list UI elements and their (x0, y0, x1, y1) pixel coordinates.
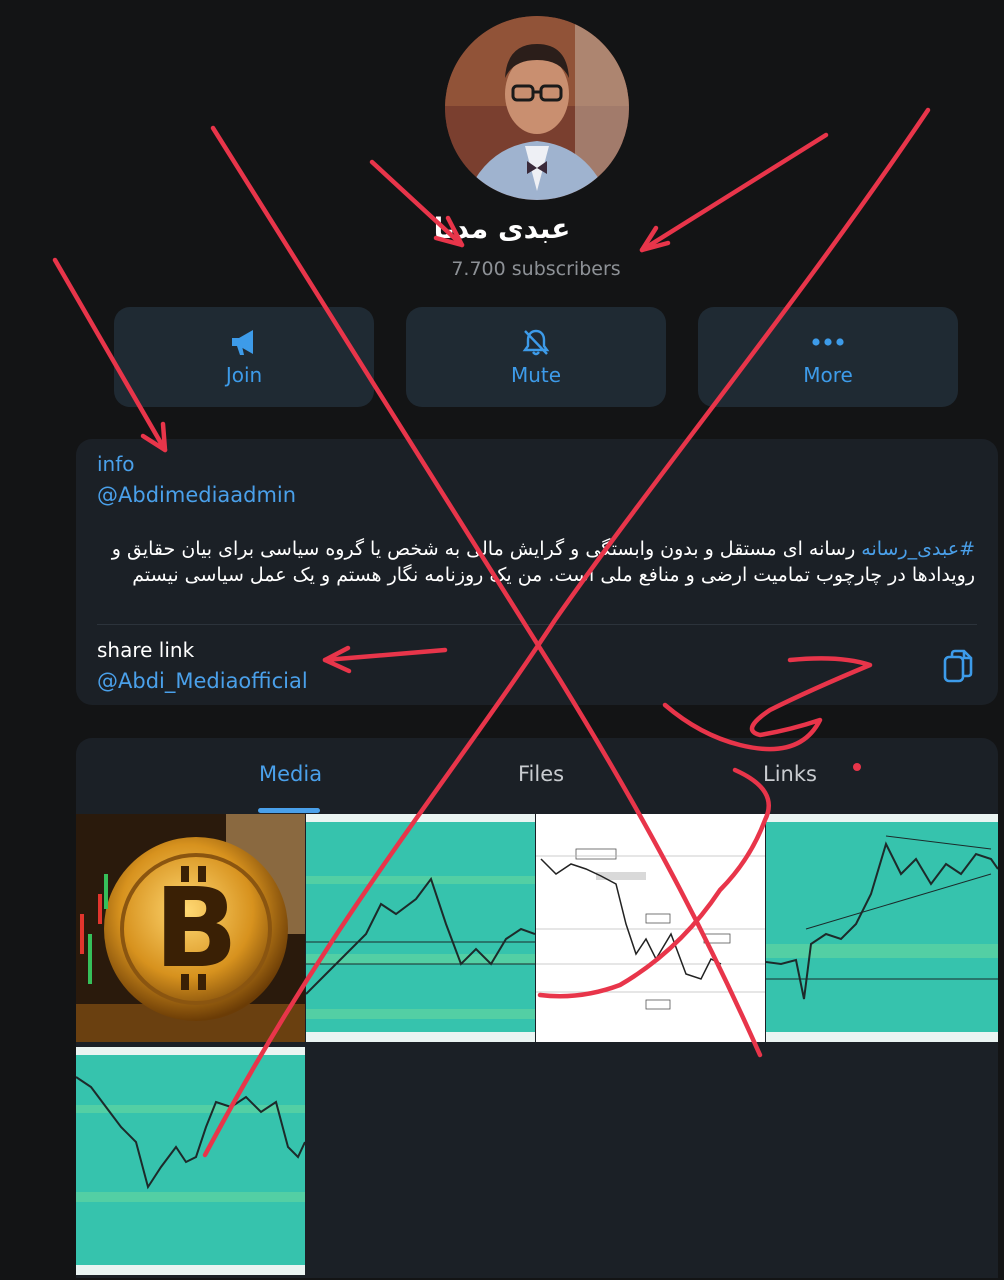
bell-muted-icon (522, 329, 550, 356)
media-thumbnail-chart-1[interactable] (306, 814, 535, 1042)
mute-button[interactable]: Mute (406, 307, 666, 407)
mute-label: Mute (510, 363, 562, 387)
media-thumbnail-chart-2[interactable] (536, 814, 765, 1042)
share-link-label: share link (97, 638, 195, 662)
copy-icon[interactable] (942, 648, 974, 684)
channel-name: عبدی مدیا (433, 212, 571, 245)
channel-description: #عبدی_رسانه رسانه ای مستقل و بدون وابستگ… (90, 536, 975, 588)
media-thumbnail-chart-4[interactable] (76, 1047, 305, 1275)
hashtag-link[interactable]: #عبدی_رسانه (861, 538, 975, 560)
divider (97, 624, 977, 625)
tab-links[interactable]: Links (763, 762, 817, 786)
tab-media[interactable]: Media (259, 762, 322, 786)
admin-username-link[interactable]: @Abdimediaadmin (97, 483, 296, 507)
tab-files[interactable]: Files (518, 762, 564, 786)
subscriber-count: 7.700 subscribers (451, 258, 621, 280)
join-button[interactable]: Join (114, 307, 374, 407)
more-dots-icon (812, 338, 844, 346)
active-tab-indicator (258, 808, 320, 813)
description-text: رسانه ای مستقل و بدون وابستگی و گرایش ما… (111, 538, 975, 586)
info-label: info (97, 452, 135, 476)
share-link[interactable]: @Abdi_Mediaofficial (97, 669, 308, 693)
more-button[interactable]: More (698, 307, 958, 407)
media-thumbnail-bitcoin[interactable]: B (76, 814, 305, 1042)
join-label: Join (225, 363, 263, 387)
media-thumbnail-chart-3[interactable] (766, 814, 998, 1042)
channel-avatar[interactable] (445, 16, 629, 200)
more-label: More (803, 363, 853, 387)
megaphone-icon (232, 330, 253, 355)
svg-text:B: B (154, 864, 238, 992)
